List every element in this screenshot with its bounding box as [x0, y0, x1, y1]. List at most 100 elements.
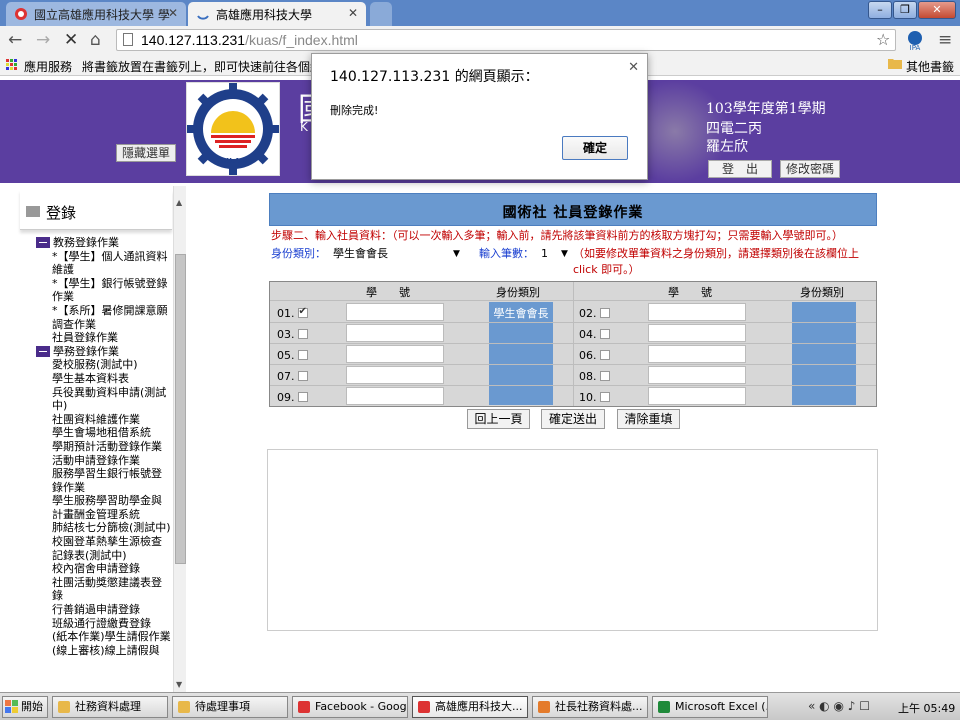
- menu-item[interactable]: 社團資料維護作業: [36, 413, 172, 427]
- row-checkbox[interactable]: [297, 371, 308, 381]
- ipa-extension-icon[interactable]: IPA: [904, 29, 926, 56]
- stop-icon[interactable]: ✕: [64, 30, 78, 50]
- menu-item[interactable]: 學生基本資料表: [36, 372, 172, 386]
- student-id-input[interactable]: [346, 345, 444, 363]
- menu-item[interactable]: 班級通行證繳費登錄: [36, 617, 172, 631]
- menu-item[interactable]: 兵役異動資料申請(測試中): [36, 386, 172, 413]
- minimize-button[interactable]: –: [868, 1, 892, 19]
- role-cell[interactable]: [489, 345, 553, 363]
- taskbar-item[interactable]: 待處理事項: [172, 696, 288, 718]
- row-checkbox[interactable]: [599, 350, 610, 360]
- other-bookmarks[interactable]: 其他書籤: [906, 58, 954, 75]
- hide-menu-button[interactable]: 隱藏選單: [116, 144, 176, 162]
- student-id-input[interactable]: [648, 366, 746, 384]
- row-checkbox[interactable]: [599, 371, 610, 381]
- menu-item[interactable]: 社團活動獎懲建議表登錄: [36, 576, 172, 603]
- student-id-input[interactable]: [346, 324, 444, 342]
- tab-kuas-inactive[interactable]: 國立高雄應用科技大學 學 ✕: [6, 2, 186, 26]
- taskbar-item[interactable]: 社長社務資料處...: [532, 696, 648, 718]
- menu-item[interactable]: (紙本作業)學生請假作業: [36, 630, 172, 644]
- scroll-up-arrow-icon[interactable]: ▲: [176, 198, 182, 207]
- row-checkbox[interactable]: [297, 306, 308, 318]
- role-cell[interactable]: [792, 366, 856, 384]
- role-cell[interactable]: [792, 303, 856, 321]
- start-button[interactable]: 開始: [2, 696, 48, 718]
- menu-item[interactable]: 愛校服務(測試中): [36, 358, 172, 372]
- menu-item[interactable]: *【系所】暑修開課意願調查作業: [36, 304, 172, 331]
- role-cell[interactable]: [792, 387, 856, 405]
- taskbar-item[interactable]: 社務資料處理: [52, 696, 168, 718]
- tab-kuas-active[interactable]: 高雄應用科技大學 ✕: [188, 2, 366, 26]
- student-id-input[interactable]: [346, 366, 444, 384]
- close-tab-icon[interactable]: ✕: [168, 6, 178, 20]
- menu-item[interactable]: 學生服務學習助學金與計畫酬金管理系統: [36, 494, 172, 521]
- close-tab-icon[interactable]: ✕: [348, 6, 358, 20]
- menu-item[interactable]: 校園登革熱孳生源檢查記錄表(測試中): [36, 535, 172, 562]
- student-id-input[interactable]: [648, 345, 746, 363]
- apps-grid-icon[interactable]: [6, 59, 18, 74]
- dialog-close-icon[interactable]: ✕: [628, 60, 639, 75]
- submit-button[interactable]: 確定送出: [541, 409, 605, 429]
- row-checkbox[interactable]: [599, 329, 610, 339]
- menu-item[interactable]: 肺結核七分篩檢(測試中): [36, 521, 172, 535]
- window-close-button[interactable]: ✕: [918, 1, 956, 19]
- menu-item[interactable]: 行善銷過申請登錄: [36, 603, 172, 617]
- student-id-input[interactable]: [648, 387, 746, 405]
- student-id-input[interactable]: [648, 303, 746, 321]
- row-checkbox[interactable]: [599, 308, 610, 318]
- dialog-ok-button[interactable]: 確定: [562, 136, 628, 160]
- maximize-button[interactable]: ❐: [893, 1, 917, 19]
- row-checkbox[interactable]: [297, 350, 308, 360]
- forward-arrow-icon[interactable]: →: [36, 30, 50, 50]
- student-id-input[interactable]: [648, 324, 746, 342]
- scroll-down-arrow-icon[interactable]: ▼: [176, 680, 182, 689]
- address-bar[interactable]: 140.127.113.231/kuas/f_index.html: [116, 29, 896, 51]
- role-cell[interactable]: [489, 366, 553, 384]
- role-cell[interactable]: 學生會會長: [489, 303, 553, 321]
- home-icon[interactable]: ⌂: [90, 30, 101, 50]
- reset-button[interactable]: 清除重填: [617, 409, 680, 429]
- student-id-input[interactable]: [346, 387, 444, 405]
- student-id-input[interactable]: [346, 303, 444, 321]
- collapse-icon[interactable]: [36, 237, 50, 248]
- role-cell[interactable]: [792, 345, 856, 363]
- role-cell[interactable]: [489, 324, 553, 342]
- sidebar-scrollbar[interactable]: ▲ ▼: [173, 186, 186, 692]
- row-number-label: 09.: [277, 391, 295, 404]
- menu-item[interactable]: *【學生】個人通訊資料維護: [36, 250, 172, 277]
- menu-item[interactable]: 學生會場地租借系統: [36, 426, 172, 440]
- taskbar-item[interactable]: Microsoft Excel (...: [652, 696, 768, 718]
- menu-item[interactable]: 學期預計活動登錄作業: [36, 440, 172, 454]
- back-button[interactable]: 回上一頁: [467, 409, 530, 429]
- taskbar-item[interactable]: Facebook - Googl...: [292, 696, 408, 718]
- back-arrow-icon[interactable]: ←: [8, 30, 22, 50]
- count-select[interactable]: 1 ▼: [541, 246, 571, 262]
- logout-button[interactable]: 登 出: [708, 160, 772, 178]
- menu-item[interactable]: *【學生】銀行帳號登錄作業: [36, 277, 172, 304]
- collapse-icon[interactable]: [36, 345, 50, 357]
- taskbar-item[interactable]: 高雄應用科技大...: [412, 696, 528, 718]
- menu-item[interactable]: 服務學習生銀行帳號登錄作業: [36, 467, 172, 494]
- row-checkbox[interactable]: [297, 329, 308, 339]
- menu-item-label: 學務登錄作業: [53, 344, 119, 358]
- kuas-logo: K.U.A.S: [186, 82, 280, 176]
- row-number: 10.: [579, 391, 610, 404]
- menu-item[interactable]: 校內宿舍申請登錄: [36, 562, 172, 576]
- scrollbar-thumb[interactable]: [175, 254, 186, 564]
- menu-item[interactable]: (線上審核)線上請假與: [36, 644, 172, 658]
- role-cell[interactable]: [792, 324, 856, 342]
- change-password-button[interactable]: 修改密碼: [780, 160, 840, 178]
- star-icon[interactable]: ☆: [876, 30, 890, 49]
- row-checkbox[interactable]: [297, 392, 308, 402]
- tray-icons[interactable]: « ◐ ◉ ♪ ☐: [808, 699, 870, 713]
- row-checkbox[interactable]: [599, 392, 610, 402]
- menu-icon[interactable]: ≡: [938, 30, 952, 50]
- new-tab-button[interactable]: [370, 2, 392, 26]
- menu-category[interactable]: 學務登錄作業: [36, 345, 172, 359]
- role-select[interactable]: 學生會會長 ▼: [333, 246, 463, 262]
- menu-item[interactable]: 活動申請登錄作業: [36, 454, 172, 468]
- apps-bookmark[interactable]: 應用服務: [24, 58, 72, 75]
- menu-category[interactable]: 教務登錄作業: [36, 236, 172, 250]
- menu-item[interactable]: 社員登錄作業: [36, 331, 172, 345]
- role-cell[interactable]: [489, 387, 553, 405]
